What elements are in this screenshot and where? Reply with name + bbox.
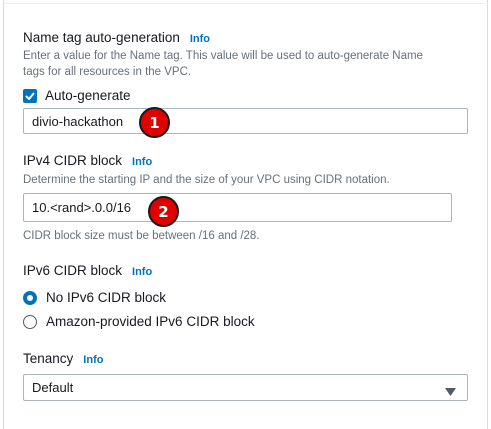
name-tag-value: divio-hackathon [32, 113, 124, 129]
ipv4-cidr-input[interactable]: 10.<rand>.0.0/16 [23, 193, 452, 222]
tenancy-label-row: Tenancy Info [23, 351, 103, 366]
ipv6-label: IPv6 CIDR block [23, 263, 123, 278]
panel-divider [3, 3, 488, 4]
radio-no-ipv6[interactable]: No IPv6 CIDR block [23, 290, 166, 305]
ipv4-label-row: IPv4 CIDR block Info [23, 153, 152, 168]
tenancy-label: Tenancy [23, 351, 74, 366]
caret-down-icon [445, 384, 456, 399]
radio-unselected-icon[interactable] [23, 314, 37, 329]
name-tag-label: Name tag auto-generation [23, 30, 180, 45]
radio-amazon-ipv6[interactable]: Amazon-provided IPv6 CIDR block [23, 314, 255, 329]
name-tag-input[interactable]: divio-hackathon [23, 108, 468, 134]
name-tag-description: Enter a value for the Name tag. This val… [23, 50, 423, 78]
tenancy-select[interactable]: Default [23, 374, 468, 401]
auto-generate-label: Auto-generate [45, 88, 131, 103]
name-tag-label-row: Name tag auto-generation Info [23, 30, 210, 45]
checkmark-icon[interactable] [23, 88, 37, 103]
ipv4-description: Determine the starting IP and the size o… [23, 174, 390, 186]
ipv4-cidr-value: 10.<rand>.0.0/16 [32, 200, 132, 215]
tenancy-info-link[interactable]: Info [83, 354, 103, 366]
radio-no-ipv6-label: No IPv6 CIDR block [46, 290, 167, 305]
name-tag-info-link[interactable]: Info [190, 33, 210, 45]
ipv4-info-link[interactable]: Info [132, 156, 152, 168]
ipv4-label: IPv4 CIDR block [23, 153, 123, 168]
annotation-badge-2: 2 [148, 196, 179, 227]
auto-generate-checkbox[interactable]: Auto-generate [23, 88, 131, 103]
radio-amazon-ipv6-label: Amazon-provided IPv6 CIDR block [46, 314, 255, 329]
ipv6-info-link[interactable]: Info [132, 266, 152, 278]
tenancy-selected-value: Default [32, 380, 74, 395]
radio-selected-icon[interactable] [23, 290, 37, 305]
ipv4-cidr-hint: CIDR block size must be between /16 and … [23, 230, 260, 242]
annotation-badge-1: 1 [139, 107, 170, 138]
ipv6-label-row: IPv6 CIDR block Info [23, 263, 152, 278]
